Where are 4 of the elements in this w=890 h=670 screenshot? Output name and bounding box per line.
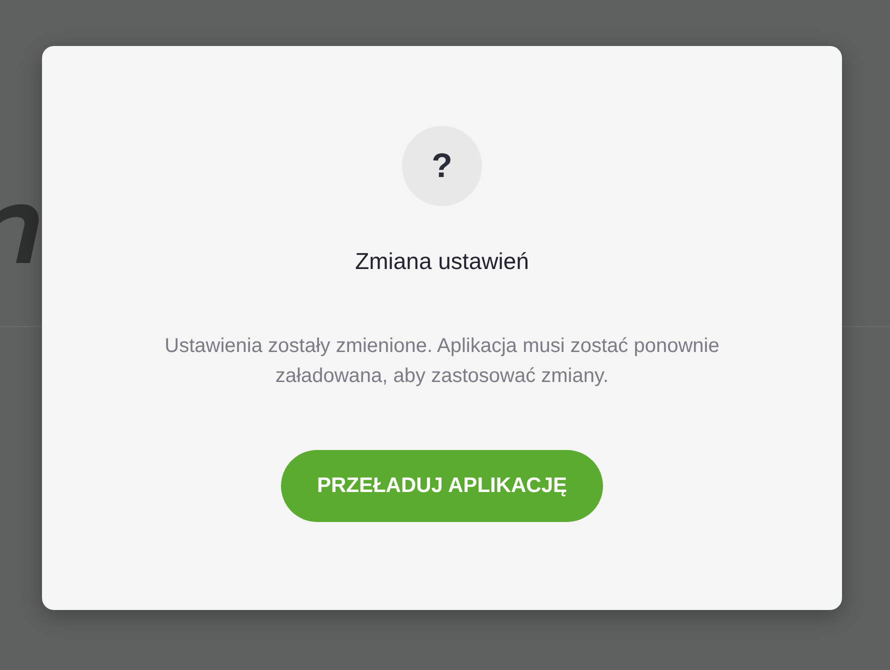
reload-button[interactable]: PRZEŁADUJ APLIKACJĘ [280,450,604,522]
question-icon: ? [402,126,482,206]
dialog-title: Zmiana ustawień [355,248,529,275]
dialog-message: Ustawienia zostały zmienione. Aplikacja musi zostać ponownie załadowana, aby zastosować zmiany. [164,334,720,389]
